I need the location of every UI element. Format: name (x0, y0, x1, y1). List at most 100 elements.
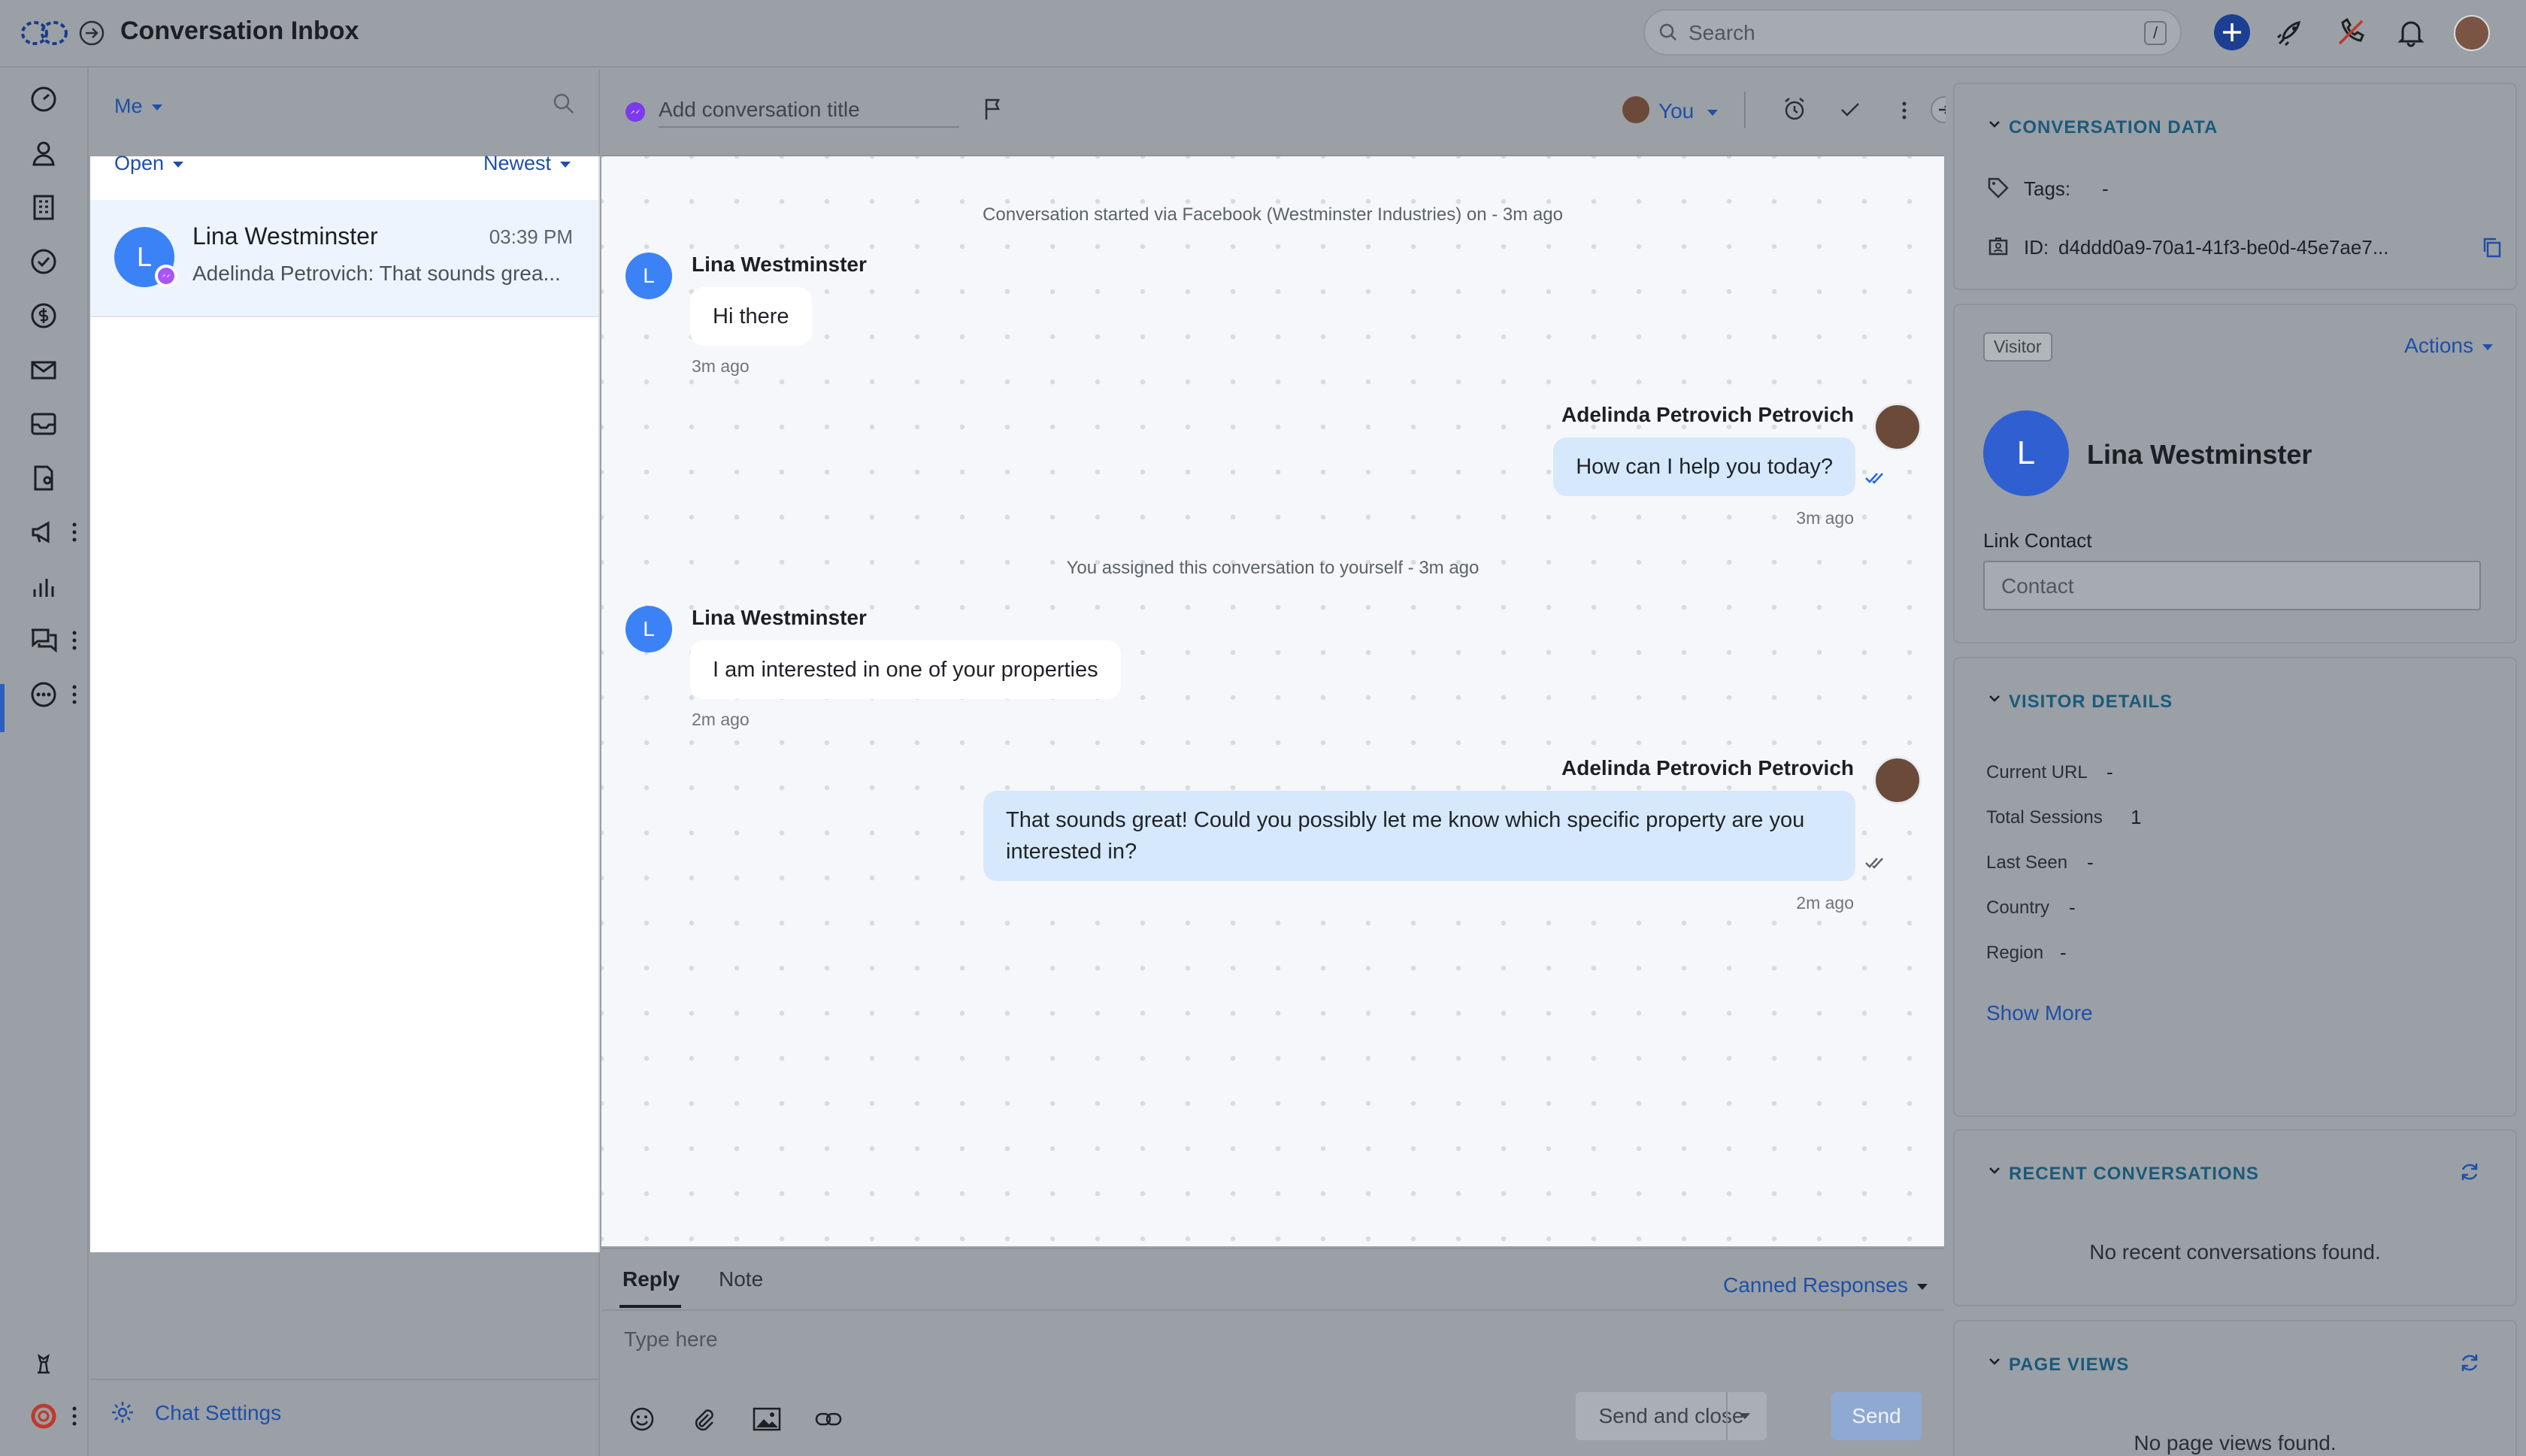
quick-add-button[interactable] (2213, 14, 2251, 51)
copy-icon[interactable] (2481, 236, 2503, 259)
chevron-down-icon (560, 161, 571, 168)
global-search[interactable]: Search / (1643, 9, 2182, 56)
sort-label: Newest (483, 152, 552, 174)
flag-icon[interactable] (980, 96, 1006, 122)
section-title: RECENT CONVERSATIONS (2009, 1164, 2259, 1184)
tasks-check-icon[interactable] (27, 245, 60, 278)
chevron-down-icon[interactable] (1986, 1162, 2003, 1179)
total-sessions-label: Total Sessions (1986, 807, 2103, 828)
send-and-close-button[interactable]: Send and close (1576, 1392, 1767, 1440)
section-title: CONVERSATION DATA (2009, 117, 2219, 138)
visitor-name: Lina Westminster (2087, 439, 2312, 470)
agent-message-avatar (1873, 403, 1922, 451)
page-title: Conversation Inbox (120, 17, 359, 45)
status-filter-dropdown[interactable]: Open (114, 152, 184, 175)
forms-document-icon[interactable] (27, 462, 60, 495)
visitor-message-avatar: L (625, 253, 672, 299)
visitor-details-card: VISITOR DETAILS Current URL - Total Sess… (1953, 657, 2517, 1117)
app-logo-icon[interactable] (20, 18, 69, 48)
collapse-sidebar-icon[interactable] (78, 20, 105, 47)
more-apps-menu-icon[interactable] (69, 681, 80, 708)
conversation-contact-name: Lina Westminster (192, 222, 378, 250)
list-search-icon[interactable] (552, 92, 576, 116)
send-button[interactable]: Send (1831, 1392, 1922, 1440)
chevron-down-icon (151, 104, 162, 110)
chevron-down-icon[interactable] (1986, 116, 2003, 132)
email-envelope-icon[interactable] (27, 353, 60, 386)
chevron-down-icon[interactable] (1986, 690, 2003, 707)
chevron-down-icon[interactable] (1986, 1353, 2003, 1370)
canned-responses-dropdown[interactable]: Canned Responses (1723, 1273, 1928, 1297)
campaigns-megaphone-icon[interactable] (27, 516, 60, 549)
notifications-bell-icon[interactable] (2395, 17, 2427, 48)
snooze-alarm-icon[interactable] (1782, 96, 1807, 122)
phone-disabled-icon[interactable] (2335, 17, 2367, 48)
dashboard-gauge-icon[interactable] (27, 83, 60, 116)
help-lifebuoy-icon[interactable] (27, 1400, 60, 1433)
assignee-avatar (1622, 96, 1649, 123)
inbox-tray-icon[interactable] (27, 407, 60, 440)
resolve-check-icon[interactable] (1837, 96, 1863, 122)
id-label: ID: (2024, 236, 2049, 259)
tab-note[interactable]: Note (719, 1267, 763, 1291)
id-card-icon (1986, 235, 2010, 259)
last-seen-label: Last Seen (1986, 852, 2068, 873)
conversation-data-card: CONVERSATION DATA Tags: - ID: d4ddd0a9-7… (1953, 83, 2517, 290)
messenger-badge-icon (155, 265, 177, 287)
conversations-chat-icon[interactable] (27, 624, 60, 657)
contacts-person-icon[interactable] (27, 137, 60, 170)
user-avatar[interactable] (2454, 15, 2490, 51)
message-time: 2m ago (692, 710, 750, 729)
recent-conversations-card: RECENT CONVERSATIONS No recent conversat… (1953, 1129, 2517, 1306)
conversation-id-value: d4ddd0a9-70a1-41f3-be0d-45e7ae7... (2058, 236, 2389, 259)
refresh-icon[interactable] (2458, 1161, 2481, 1183)
deals-dollar-icon[interactable] (27, 299, 60, 332)
current-url-value: - (2107, 761, 2113, 783)
strategy-chess-icon[interactable] (27, 1346, 60, 1379)
emoji-icon[interactable] (628, 1406, 656, 1433)
sort-dropdown[interactable]: Newest (483, 152, 571, 175)
outgoing-message-bubble: How can I help you today? (1553, 437, 1855, 496)
show-more-link[interactable]: Show More (1986, 1001, 2093, 1025)
conversations-more-icon[interactable] (69, 627, 80, 654)
visitor-badge: Visitor (1983, 332, 2052, 362)
settings-gear-icon[interactable] (110, 1400, 135, 1425)
conversation-list-item[interactable]: L Lina Westminster 03:39 PM Adelinda Pet… (90, 200, 598, 317)
reports-bar-chart-icon[interactable] (27, 570, 60, 603)
contact-search-input[interactable]: Contact (1983, 561, 2481, 610)
launchpad-rocket-icon[interactable] (2275, 17, 2306, 48)
header-divider (1744, 92, 1746, 128)
chevron-down-icon (173, 161, 184, 168)
country-label: Country (1986, 898, 2050, 918)
assignee-dropdown[interactable]: You (1658, 99, 1719, 123)
conversation-preview: Adelinda Petrovich: That sounds grea... (192, 262, 561, 285)
footer-divider (90, 1379, 598, 1380)
read-receipt-check-icon (1864, 471, 1887, 486)
tags-label: Tags: (2024, 177, 2071, 200)
active-tab-underline (619, 1305, 681, 1308)
tags-value[interactable]: - (2102, 177, 2109, 201)
conversation-title-input[interactable]: Add conversation title (659, 95, 959, 128)
top-bar: Conversation Inbox Search / (0, 0, 2526, 68)
image-upload-icon[interactable] (752, 1406, 782, 1433)
more-options-icon[interactable] (1899, 98, 1910, 123)
agent-message-avatar (1873, 756, 1922, 804)
chat-settings-link[interactable]: Chat Settings (155, 1401, 281, 1425)
message-sender: Adelinda Petrovich Petrovich (1561, 403, 1854, 426)
companies-building-icon[interactable] (27, 191, 60, 224)
actions-label: Actions (2404, 334, 2473, 357)
actions-dropdown[interactable]: Actions (2404, 334, 2493, 358)
chevron-down-icon (2482, 344, 2493, 350)
tab-reply[interactable]: Reply (622, 1267, 680, 1291)
assignee-filter-dropdown[interactable]: Me (114, 95, 162, 118)
insert-link-icon[interactable] (813, 1406, 844, 1433)
help-more-icon[interactable] (69, 1403, 80, 1430)
refresh-icon[interactable] (2458, 1352, 2481, 1374)
search-icon (1658, 23, 1678, 42)
message-sender: Adelinda Petrovich Petrovich (1561, 756, 1854, 779)
attachment-paperclip-icon[interactable] (690, 1406, 717, 1433)
chevron-down-icon[interactable] (1740, 1413, 1750, 1419)
conversation-time: 03:39 PM (489, 226, 573, 248)
more-apps-ellipsis-icon[interactable] (27, 678, 60, 711)
campaigns-more-icon[interactable] (69, 519, 80, 546)
